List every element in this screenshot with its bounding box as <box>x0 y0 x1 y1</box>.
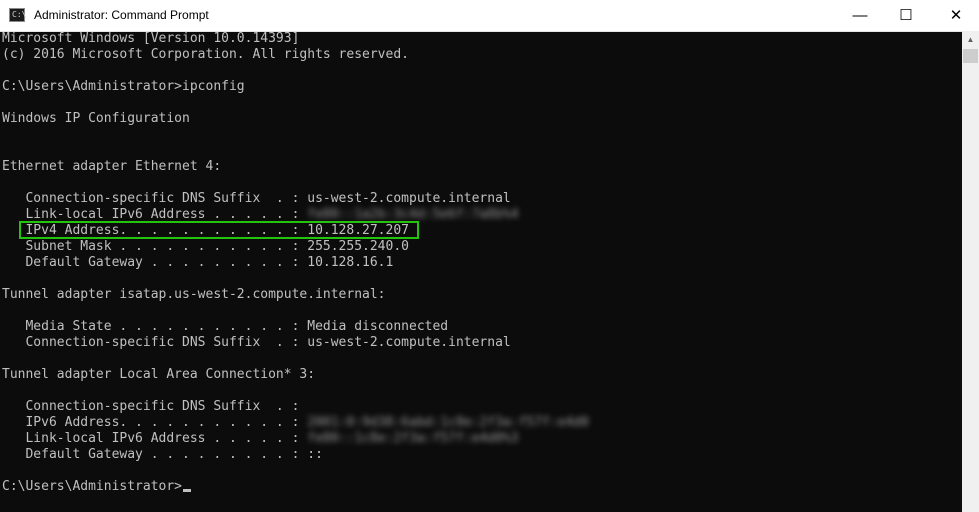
console-line: Connection-specific DNS Suffix . : <box>2 399 299 415</box>
console-line: Link-local IPv6 Address . . . . . : fe80… <box>2 431 519 447</box>
redacted-address: fe80::1c8e:2f3a:f57f:e4d0%3 <box>307 431 519 446</box>
console-line-text: Connection-specific DNS Suffix . : us-we… <box>2 335 511 350</box>
minimize-icon: — <box>852 7 868 24</box>
close-icon: ✕ <box>949 7 963 24</box>
console-line-text: (c) 2016 Microsoft Corporation. All righ… <box>2 47 409 62</box>
console-line: Default Gateway . . . . . . . . . : :: <box>2 447 323 463</box>
console-line-text: Tunnel adapter isatap.us-west-2.compute.… <box>2 287 386 302</box>
cmd-icon-label: C:\ <box>12 10 27 19</box>
console-line: Windows IP Configuration <box>2 111 190 127</box>
console-line: Ethernet adapter Ethernet 4: <box>2 159 221 175</box>
console-line: Media State . . . . . . . . . . . : Medi… <box>2 319 448 335</box>
console-line: IPv4 Address. . . . . . . . . . . : 10.1… <box>2 223 409 239</box>
vertical-scrollbar[interactable]: ▲ <box>962 31 979 512</box>
console-line-text: IPv4 Address. . . . . . . . . . . : 10.1… <box>2 223 409 238</box>
console-line-text: Windows IP Configuration <box>2 111 190 126</box>
close-button[interactable]: ✕ <box>933 0 979 31</box>
console-line: Connection-specific DNS Suffix . : us-we… <box>2 191 511 207</box>
command-prompt-window: C:\ Administrator: Command Prompt — ☐ ✕ … <box>0 0 979 512</box>
console-line-text: Default Gateway . . . . . . . . . : :: <box>2 447 323 462</box>
redacted-address: fe80::1a2b:3c4d:5e6f:7a8b%4 <box>307 207 519 222</box>
window-title: Administrator: Command Prompt <box>34 8 209 22</box>
console-line-text: Subnet Mask . . . . . . . . . . . : 255.… <box>2 239 409 254</box>
console-line: Tunnel adapter isatap.us-west-2.compute.… <box>2 287 386 303</box>
cmd-icon[interactable]: C:\ <box>9 8 27 22</box>
title-bar[interactable]: C:\ Administrator: Command Prompt — ☐ ✕ <box>0 0 979 32</box>
console-line-text: Connection-specific DNS Suffix . : <box>2 399 300 414</box>
console-line-text: Tunnel adapter Local Area Connection* 3: <box>2 367 316 382</box>
console-line: Default Gateway . . . . . . . . . : 10.1… <box>2 255 393 271</box>
console-line-text: Microsoft Windows [Version 10.0.14393] <box>2 31 300 46</box>
console-line-text: Default Gateway . . . . . . . . . : 10.1… <box>2 255 394 270</box>
maximize-button[interactable]: ☐ <box>883 0 929 31</box>
maximize-icon: ☐ <box>899 7 913 24</box>
console-line: Microsoft Windows [Version 10.0.14393] <box>2 31 299 47</box>
console-line: (c) 2016 Microsoft Corporation. All righ… <box>2 47 409 63</box>
console-line: Subnet Mask . . . . . . . . . . . : 255.… <box>2 239 409 255</box>
console-line-text: IPv6 Address. . . . . . . . . . . : <box>2 415 308 430</box>
minimize-button[interactable]: — <box>837 0 883 31</box>
text-cursor <box>183 489 192 492</box>
redacted-address: 2001:0:9d38:6abd:1c8e:2f3a:f57f:e4d0 <box>307 415 590 430</box>
console-line-text: Link-local IPv6 Address . . . . . : <box>2 431 308 446</box>
console-line: IPv6 Address. . . . . . . . . . . : 2001… <box>2 415 589 431</box>
scrollbar-thumb[interactable] <box>963 49 978 63</box>
console-line: Tunnel adapter Local Area Connection* 3: <box>2 367 315 383</box>
console-line-text: Connection-specific DNS Suffix . : us-we… <box>2 191 511 206</box>
scroll-up-arrow-icon[interactable]: ▲ <box>962 31 979 48</box>
console-line-text: Ethernet adapter Ethernet 4: <box>2 159 222 174</box>
console-output[interactable]: Microsoft Windows [Version 10.0.14393] (c… <box>0 31 962 512</box>
console-line: C:\Users\Administrator> <box>2 479 192 495</box>
console-line: Connection-specific DNS Suffix . : us-we… <box>2 335 511 351</box>
console-line-text: C:\Users\Administrator>ipconfig <box>2 79 245 94</box>
console-line-text: C:\Users\Administrator> <box>2 479 183 494</box>
console-line-text: Link-local IPv6 Address . . . . . : <box>2 207 308 222</box>
console-line-text: Media State . . . . . . . . . . . : Medi… <box>2 319 449 334</box>
console-line: C:\Users\Administrator>ipconfig <box>2 79 245 95</box>
console-line: Link-local IPv6 Address . . . . . : fe80… <box>2 207 519 223</box>
